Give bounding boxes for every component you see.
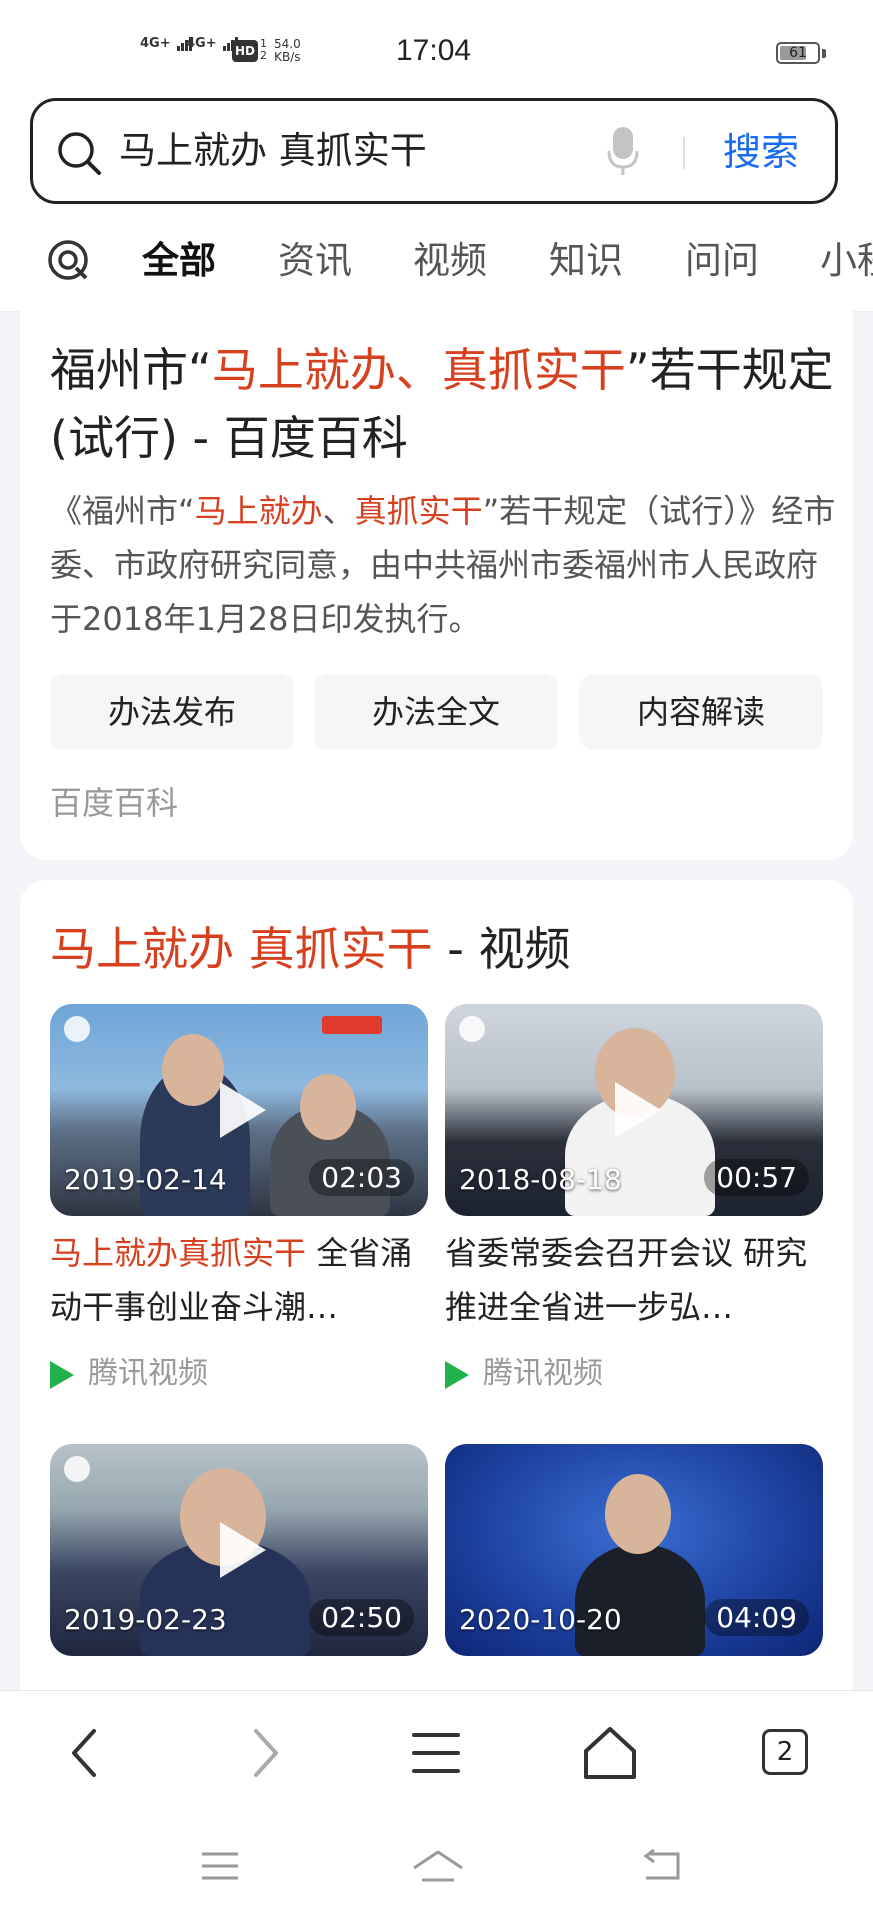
video-date: 2018-08-18 [459, 1163, 622, 1196]
search-button[interactable]: 搜索 [723, 125, 799, 179]
chip-method-fulltext[interactable]: 办法全文 [314, 674, 558, 750]
desc-highlight: 马上就办 [194, 492, 323, 530]
battery-level: 61 [789, 45, 807, 61]
tab-count: 2 [762, 1729, 808, 1775]
video-title-1[interactable]: 马上就办真抓实干 全省涌动干事创业奋斗潮… [50, 1226, 428, 1334]
video-thumbnail-2[interactable]: 2018-08-18 00:57 [445, 1004, 823, 1216]
status-time: 17:04 [396, 34, 472, 67]
video-date: 2019-02-14 [64, 1163, 227, 1196]
chip-content-interpretation[interactable]: 内容解读 [579, 674, 823, 750]
desc-text: 《福州市“ [50, 492, 195, 530]
category-tabs: 全部 资讯 视频 知识 问问 小程 [0, 220, 873, 312]
video-section-title[interactable]: 马上就办 真抓实干 - 视频 [50, 914, 570, 984]
search-header: 马上就办 真抓实干 搜索 [0, 88, 873, 220]
hd-voice-icon: HD [232, 40, 258, 62]
result-description: 《福州市“马上就办、真抓实干”若干规定（试行）》经市委、市政府研究同意，由中共福… [50, 484, 840, 646]
presenter-head [300, 1074, 356, 1140]
tabs-button[interactable]: 2 [756, 1721, 816, 1781]
presenter-head [605, 1474, 671, 1554]
battery-icon: 61 [776, 42, 820, 64]
lens-icon[interactable] [46, 238, 90, 282]
forward-icon[interactable] [232, 1721, 296, 1785]
search-input[interactable]: 马上就办 真抓实干 搜索 [30, 98, 838, 204]
desc-highlight: 真抓实干 [354, 492, 483, 530]
tab-news[interactable]: 资讯 [278, 238, 352, 284]
microphone-icon[interactable] [603, 125, 643, 177]
tab-knowledge[interactable]: 知识 [549, 238, 623, 284]
video-thumbnail-3[interactable]: 2019-02-23 02:50 [50, 1444, 428, 1656]
video-title-highlight: 马上就办真抓实干 [50, 1234, 307, 1272]
baike-result-card[interactable]: 福州市“马上就办、真抓实干”若干规定(试行) - 百度百科 《福州市“马上就办、… [20, 300, 853, 860]
tencent-video-icon [50, 1360, 74, 1389]
channel-logo-icon [64, 1016, 90, 1042]
hd-sub-2: 2 [260, 49, 267, 62]
title-text: 福州市“ [50, 343, 212, 397]
presenter-figure [575, 1544, 705, 1656]
tab-ask[interactable]: 问问 [685, 238, 759, 284]
video-title-2[interactable]: 省委常委会召开会议 研究推进全省进一步弘… [445, 1226, 823, 1334]
system-menu-icon[interactable] [196, 1846, 244, 1886]
channel-logo-icon [459, 1016, 485, 1042]
video-date: 2020-10-20 [459, 1603, 622, 1636]
video-duration: 02:03 [309, 1159, 414, 1196]
tab-all[interactable]: 全部 [142, 238, 216, 284]
signal-label: 4G+ [186, 36, 217, 51]
title-highlight-sep: 、 [395, 343, 442, 397]
back-icon[interactable] [54, 1721, 118, 1785]
video-duration: 04:09 [704, 1599, 809, 1636]
presenter-head [162, 1034, 224, 1106]
battery-tip [822, 49, 826, 58]
desc-text: 、 [322, 492, 355, 530]
video-date: 2019-02-23 [64, 1603, 227, 1636]
tencent-video-icon [445, 1360, 469, 1389]
search-query-text: 马上就办 真抓实干 [119, 129, 427, 172]
result-source: 百度百科 [50, 784, 179, 822]
title-highlight: 马上就办 [211, 343, 396, 397]
status-bar: 4G+ 4G+ HD 1 2 54.0 KB/s 17:04 61 [0, 0, 873, 100]
network-speed: 54.0 KB/s [274, 38, 301, 64]
video-source-label: 腾讯视频 [88, 1356, 208, 1391]
heading-text: - 视频 [432, 922, 571, 976]
signal-label: 4G+ [140, 36, 171, 51]
video-title-text: 省委常委会召开会议 研究推进全省进一步弘… [445, 1234, 808, 1326]
tab-video[interactable]: 视频 [413, 238, 487, 284]
home-icon[interactable] [578, 1721, 642, 1785]
menu-icon[interactable] [404, 1721, 468, 1785]
tab-mini-program[interactable]: 小程 [820, 238, 873, 284]
system-home-icon[interactable] [410, 1846, 466, 1886]
video-thumbnail-1[interactable]: 2019-02-14 02:03 [50, 1004, 428, 1216]
system-navigation-bar [0, 1820, 873, 1920]
chip-method-release[interactable]: 办法发布 [50, 674, 294, 750]
channel-tag-icon [322, 1016, 382, 1034]
video-source-1: 腾讯视频 [50, 1352, 208, 1396]
hd-sim-index: 1 2 [260, 38, 267, 62]
net-speed-unit: KB/s [274, 50, 301, 64]
system-back-icon[interactable] [640, 1846, 688, 1886]
channel-logo-icon [64, 1456, 90, 1482]
play-icon [615, 1082, 661, 1138]
browser-toolbar: 2 [0, 1690, 873, 1820]
video-source-label: 腾讯视频 [483, 1356, 603, 1391]
video-thumbnail-4[interactable]: 2020-10-20 04:09 [445, 1444, 823, 1656]
title-highlight: 真抓实干 [441, 343, 626, 397]
result-title[interactable]: 福州市“马上就办、真抓实干”若干规定(试行) - 百度百科 [50, 336, 840, 472]
video-source-2: 腾讯视频 [445, 1352, 603, 1396]
video-duration: 02:50 [309, 1599, 414, 1636]
search-divider [683, 137, 685, 169]
search-icon [58, 132, 101, 175]
heading-highlight: 马上就办 真抓实干 [50, 922, 433, 976]
video-duration: 00:57 [704, 1159, 809, 1196]
video-result-card: 马上就办 真抓实干 - 视频 2019-02-14 02:03 马上就办真抓实干… [20, 880, 853, 1720]
play-icon [220, 1522, 266, 1578]
play-icon [220, 1082, 266, 1138]
